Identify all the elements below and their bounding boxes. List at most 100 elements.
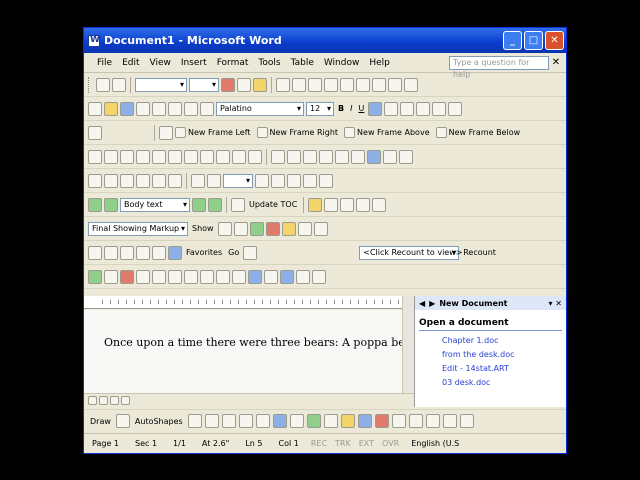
- demote-icon[interactable]: [104, 197, 118, 212]
- move-up-icon[interactable]: [208, 197, 222, 212]
- previous-change-icon[interactable]: [217, 221, 232, 236]
- hyperlink-icon[interactable]: [88, 125, 102, 140]
- record-number-input[interactable]: [223, 173, 253, 188]
- table-autoformat-icon[interactable]: [372, 77, 386, 92]
- misc-icon-14[interactable]: [312, 269, 326, 284]
- misc-icon-12[interactable]: [280, 269, 294, 284]
- outline-level-select[interactable]: Body text: [120, 197, 190, 212]
- sort-icon[interactable]: [388, 77, 402, 92]
- oval-tool-icon[interactable]: [238, 414, 253, 428]
- menu-file[interactable]: File: [92, 58, 117, 68]
- misc-icon-5[interactable]: [168, 269, 182, 284]
- autoshapes-menu[interactable]: AutoShapes: [133, 417, 185, 426]
- nav-icon-6[interactable]: [168, 173, 182, 188]
- line-weight-select[interactable]: [189, 77, 219, 92]
- outline-view-icon[interactable]: [121, 396, 130, 405]
- line-tool-icon[interactable]: [187, 414, 202, 428]
- misc-icon-1[interactable]: [104, 269, 118, 284]
- status-trk[interactable]: TRK: [331, 439, 355, 448]
- next-record-icon[interactable]: [255, 173, 269, 188]
- align-cells-icon[interactable]: [324, 77, 338, 92]
- forward-arrow-icon[interactable]: ▶: [429, 299, 435, 308]
- spelling-icon[interactable]: [168, 101, 182, 116]
- outline-icon-5[interactable]: [372, 197, 387, 212]
- nav-icon-7[interactable]: [287, 173, 301, 188]
- misc-icon-8[interactable]: [216, 269, 230, 284]
- form-icon-6[interactable]: [200, 149, 214, 164]
- picture-icon[interactable]: [323, 414, 338, 428]
- font-size-select[interactable]: 12: [306, 101, 334, 116]
- draw-menu[interactable]: Draw: [88, 417, 113, 426]
- misc-icon-9[interactable]: [232, 269, 246, 284]
- last-record-icon[interactable]: [271, 173, 285, 188]
- save-icon[interactable]: [120, 101, 134, 116]
- form-icon-2[interactable]: [104, 149, 118, 164]
- menu-insert[interactable]: Insert: [176, 58, 212, 68]
- document-close-icon[interactable]: ✕: [549, 57, 563, 68]
- protect-form-icon[interactable]: [399, 149, 413, 164]
- menu-help[interactable]: Help: [364, 58, 395, 68]
- show-menu-button[interactable]: Show: [190, 224, 216, 233]
- text-box-icon[interactable]: [255, 414, 270, 428]
- 3d-style-icon[interactable]: [459, 414, 474, 428]
- sort-ascending-icon[interactable]: [152, 149, 166, 164]
- split-cells-icon[interactable]: [308, 77, 322, 92]
- rectangle-tool-icon[interactable]: [221, 414, 236, 428]
- next-change-icon[interactable]: [233, 221, 248, 236]
- autosum-icon[interactable]: [404, 77, 418, 92]
- task-pane-close-icon[interactable]: ▾ ✕: [548, 299, 562, 308]
- print-layout-view-icon[interactable]: [110, 396, 119, 405]
- bullets-icon[interactable]: [432, 101, 447, 116]
- misc-icon-2[interactable]: [120, 269, 134, 284]
- undo-icon[interactable]: [184, 101, 198, 116]
- menu-format[interactable]: Format: [212, 58, 254, 68]
- misc-icon-10[interactable]: [248, 269, 262, 284]
- nav-icon-3[interactable]: [120, 173, 134, 188]
- outline-icon-3[interactable]: [340, 197, 355, 212]
- form-field-options-icon[interactable]: [319, 149, 333, 164]
- border-color-icon[interactable]: [221, 77, 235, 92]
- align-left-icon[interactable]: [368, 101, 383, 116]
- font-name-select[interactable]: Palatino: [216, 101, 304, 116]
- sort-descending-icon[interactable]: [168, 149, 182, 164]
- stop-icon[interactable]: [120, 245, 134, 260]
- recent-file-link[interactable]: Edit - 14stat.ART: [415, 363, 566, 377]
- home-icon[interactable]: [152, 245, 166, 260]
- refresh-icon[interactable]: [136, 245, 150, 260]
- insert-table-icon[interactable]: [276, 77, 290, 92]
- misc-icon-7[interactable]: [200, 269, 214, 284]
- update-toc-button[interactable]: Update TOC: [247, 200, 299, 209]
- fill-color-icon[interactable]: [340, 414, 355, 428]
- form-icon-5[interactable]: [184, 149, 198, 164]
- document-body-text[interactable]: Once upon a time there were three bears:…: [104, 336, 402, 349]
- bold-button[interactable]: B: [336, 104, 346, 113]
- menu-edit[interactable]: Edit: [117, 58, 144, 68]
- line-style-icon[interactable]: [391, 414, 406, 428]
- back-arrow-icon[interactable]: ◀: [419, 299, 425, 308]
- close-button[interactable]: ✕: [545, 31, 564, 50]
- dash-style-icon[interactable]: [408, 414, 423, 428]
- status-ovr[interactable]: OVR: [378, 439, 403, 448]
- arrow-tool-icon[interactable]: [204, 414, 219, 428]
- numbering-icon[interactable]: [416, 101, 431, 116]
- menu-window[interactable]: Window: [319, 58, 365, 68]
- back-icon[interactable]: [88, 245, 102, 260]
- vertical-scrollbar[interactable]: [402, 296, 414, 393]
- align-center-icon[interactable]: [384, 101, 399, 116]
- recent-file-link[interactable]: 03 desk.doc: [415, 377, 566, 391]
- forward-icon[interactable]: [104, 245, 118, 260]
- text-form-field-icon[interactable]: [271, 149, 285, 164]
- form-icon-1[interactable]: [88, 149, 102, 164]
- task-pane-title[interactable]: New Document: [439, 299, 507, 308]
- align-right-icon[interactable]: [400, 101, 415, 116]
- new-frame-left-button[interactable]: New Frame Left: [175, 127, 251, 138]
- nav-icon-5[interactable]: [152, 173, 166, 188]
- help-search-input[interactable]: Type a question for help: [449, 55, 549, 79]
- recent-file-link[interactable]: from the desk.doc: [415, 349, 566, 363]
- font-color-icon[interactable]: [374, 414, 389, 428]
- misc-icon-3[interactable]: [136, 269, 150, 284]
- new-frame-above-button[interactable]: New Frame Above: [344, 127, 430, 138]
- accept-change-icon[interactable]: [249, 221, 264, 236]
- form-icon-8[interactable]: [232, 149, 246, 164]
- distribute-columns-icon[interactable]: [356, 77, 370, 92]
